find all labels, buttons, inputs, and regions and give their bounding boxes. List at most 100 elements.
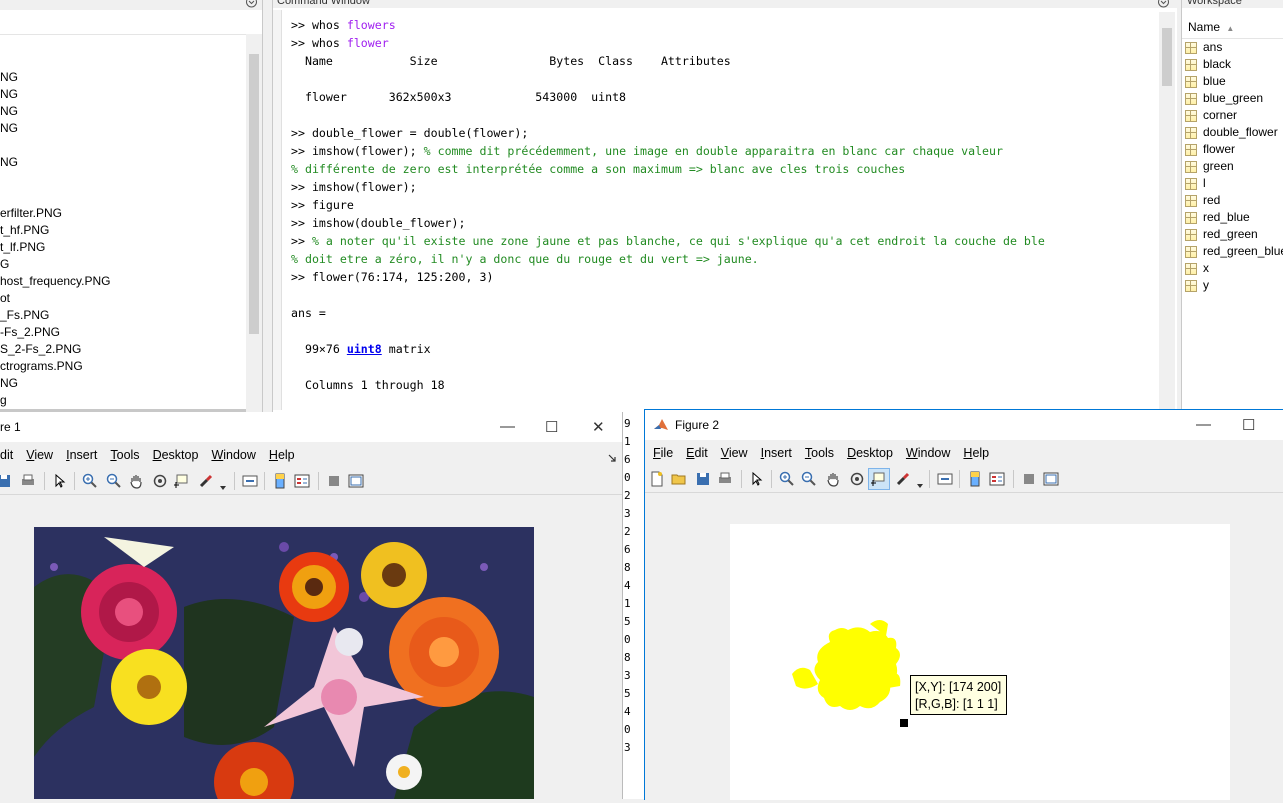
panel-menu-icon[interactable] (245, 0, 258, 8)
workspace-variable-red[interactable]: red (1182, 192, 1283, 209)
figure-1-titlebar[interactable]: re 1 — ☐ ✕ (0, 412, 622, 442)
workspace-variable-red-green-blue[interactable]: red_green_blue (1182, 243, 1283, 260)
workspace-variable-l[interactable]: l (1182, 175, 1283, 192)
menu-insert[interactable]: Insert (66, 448, 97, 462)
brush-dropdown-icon[interactable] (917, 477, 923, 491)
new-figure-icon[interactable] (649, 471, 665, 487)
menu-tools[interactable]: Tools (110, 448, 139, 462)
insert-colorbar-icon[interactable] (272, 473, 288, 489)
menu-help[interactable]: Help (963, 446, 989, 460)
brush-icon[interactable] (198, 473, 214, 489)
menu-file[interactable]: File (653, 446, 673, 460)
insert-legend-icon[interactable] (989, 471, 1005, 487)
file-list-item[interactable]: t_lf.PNG (0, 239, 246, 256)
minimize-button[interactable]: — (500, 418, 515, 435)
menu-window[interactable]: Window (906, 446, 950, 460)
name-column-header[interactable]: Name ▲ (1182, 16, 1283, 39)
file-list-item[interactable] (0, 137, 246, 154)
file-list-item[interactable]: NG (0, 86, 246, 103)
file-list-item[interactable]: t_hf.PNG (0, 222, 246, 239)
maximize-button[interactable]: ☐ (545, 418, 558, 436)
workspace-variable-x[interactable]: x (1182, 260, 1283, 277)
menu-tools[interactable]: Tools (805, 446, 834, 460)
workspace-variable-double-flower[interactable]: double_flower (1182, 124, 1283, 141)
pan-icon[interactable] (128, 473, 144, 489)
workspace-variable-blue[interactable]: blue (1182, 73, 1283, 90)
menu-dit[interactable]: dit (0, 448, 13, 462)
file-list-item[interactable] (0, 188, 246, 205)
file-list-item[interactable]: NG (0, 69, 246, 86)
menu-help[interactable]: Help (269, 448, 295, 462)
figure-2-titlebar[interactable]: Figure 2 — ☐ (645, 410, 1283, 440)
menu-window[interactable]: Window (211, 448, 255, 462)
hide-plot-tools-icon[interactable] (1021, 471, 1037, 487)
link-plot-icon[interactable] (242, 473, 258, 489)
workspace-variable-green[interactable]: green (1182, 158, 1283, 175)
file-list-item[interactable]: _Fs.PNG (0, 307, 246, 324)
zoom-in-icon[interactable] (82, 473, 98, 489)
open-file-icon[interactable] (671, 471, 687, 487)
workspace-variable-blue-green[interactable]: blue_green (1182, 90, 1283, 107)
file-list-item[interactable]: NG (0, 154, 246, 171)
file-list-item[interactable]: erfilter.PNG (0, 205, 246, 222)
menu-desktop[interactable]: Desktop (847, 446, 893, 460)
workspace-variable-red-blue[interactable]: red_blue (1182, 209, 1283, 226)
double-flower-image[interactable]: [X,Y]: [174 200] [R,G,B]: [1 1 1] (730, 524, 1230, 800)
save-icon[interactable] (0, 473, 12, 489)
class-link[interactable]: uint8 (347, 342, 382, 356)
brush-icon[interactable] (895, 471, 911, 487)
zoom-out-icon[interactable] (106, 473, 122, 489)
link-plot-icon[interactable] (937, 471, 953, 487)
command-scrollbar-thumb[interactable] (1162, 28, 1172, 86)
insert-colorbar-icon[interactable] (967, 471, 983, 487)
workspace-variable-black[interactable]: black (1182, 56, 1283, 73)
command-window[interactable]: Command Window >> whos flowers >> whos fl… (272, 0, 1181, 412)
print-icon[interactable] (717, 471, 733, 487)
workspace-variable-ans[interactable]: ans (1182, 39, 1283, 56)
file-list-item[interactable]: S_2-Fs_2.PNG (0, 341, 246, 358)
pan-icon[interactable] (825, 471, 841, 487)
menu-view[interactable]: View (721, 446, 748, 460)
panel-menu-icon[interactable] (1157, 0, 1170, 8)
file-list-item[interactable]: -Fs_2.PNG (0, 324, 246, 341)
brush-dropdown-icon[interactable] (220, 479, 226, 493)
file-list-item[interactable]: NG (0, 120, 246, 137)
file-list-item[interactable]: host_frequency.PNG (0, 273, 246, 290)
rotate-3d-icon[interactable] (152, 473, 168, 489)
zoom-in-icon[interactable] (779, 471, 795, 487)
save-icon[interactable] (695, 471, 711, 487)
insert-legend-icon[interactable] (294, 473, 310, 489)
maximize-button[interactable]: ☐ (1242, 416, 1255, 434)
figure-1-window[interactable]: re 1 — ☐ ✕ dit View Insert Tools Desktop Wind… (0, 412, 623, 799)
show-plot-tools-icon[interactable] (1043, 471, 1059, 487)
figure-2-window[interactable]: Figure 2 — ☐ File Edit View Insert Tools Desk… (644, 409, 1283, 800)
rotate-3d-icon[interactable] (849, 471, 865, 487)
data-cursor-button-active[interactable] (868, 468, 890, 490)
folder-scrollbar[interactable] (246, 34, 262, 412)
workspace-variable-red-green[interactable]: red_green (1182, 226, 1283, 243)
minimize-button[interactable]: — (1196, 416, 1211, 433)
zoom-out-icon[interactable] (801, 471, 817, 487)
menu-insert[interactable]: Insert (761, 446, 792, 460)
workspace-variable-corner[interactable]: corner (1182, 107, 1283, 124)
edit-plot-icon[interactable] (52, 473, 68, 489)
file-list-item[interactable]: NG (0, 375, 246, 392)
menu-view[interactable]: View (26, 448, 53, 462)
workspace-variable-flower[interactable]: flower (1182, 141, 1283, 158)
file-list-item[interactable]: g (0, 392, 246, 409)
file-list-item[interactable] (0, 171, 246, 188)
close-button[interactable]: ✕ (592, 418, 605, 436)
data-cursor-icon[interactable] (174, 473, 190, 489)
file-list-item[interactable] (0, 52, 246, 69)
file-list-item[interactable]: G (0, 256, 246, 273)
menu-edit[interactable]: Edit (686, 446, 708, 460)
show-plot-tools-icon[interactable] (348, 473, 364, 489)
workspace-variable-y[interactable]: y (1182, 277, 1283, 294)
file-list-item[interactable]: ctrograms.PNG (0, 358, 246, 375)
folder-scrollbar-thumb[interactable] (249, 54, 259, 334)
menu-desktop[interactable]: Desktop (153, 448, 199, 462)
dock-arrow-icon[interactable] (608, 451, 616, 465)
hide-plot-tools-icon[interactable] (326, 473, 342, 489)
command-scrollbar[interactable] (1159, 12, 1175, 410)
file-list-item[interactable]: NG (0, 103, 246, 120)
